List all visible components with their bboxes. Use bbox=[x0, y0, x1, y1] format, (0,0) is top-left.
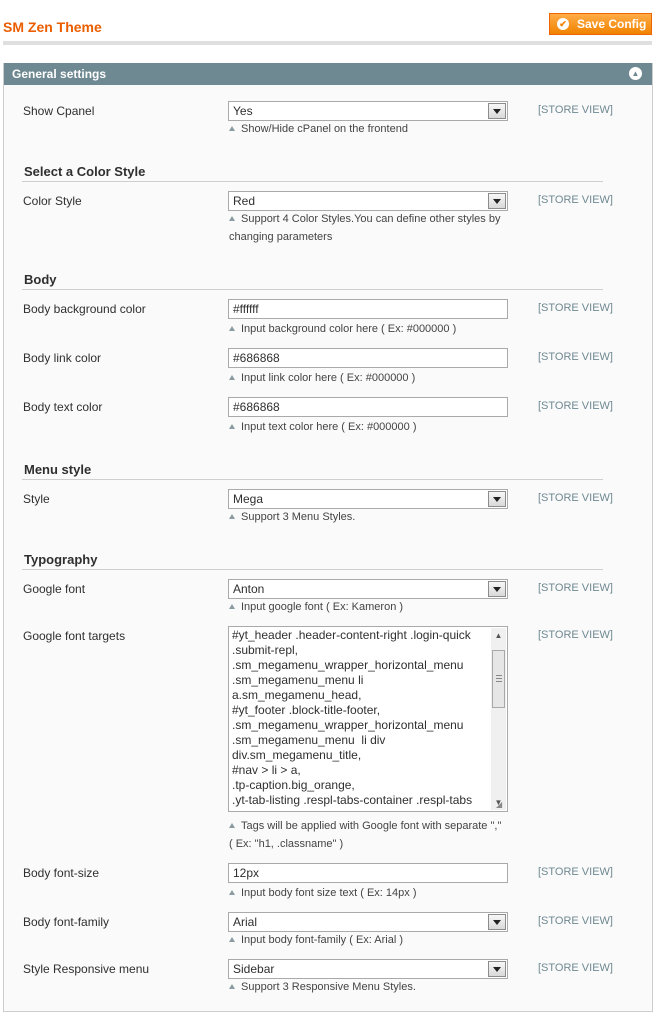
menu-style-value: Mega bbox=[233, 492, 264, 506]
group-title-body: Body bbox=[24, 272, 57, 287]
body-bg-note: Input background color here ( Ex: #00000… bbox=[229, 320, 509, 338]
body-text-input[interactable]: #686868 bbox=[228, 397, 508, 417]
scope-label: [STORE VIEW] bbox=[538, 351, 613, 363]
group-title-color: Select a Color Style bbox=[24, 164, 146, 179]
triangle-hint-icon bbox=[229, 514, 235, 519]
body-bg-label: Body background color bbox=[23, 302, 146, 316]
dropdown-arrow-icon[interactable] bbox=[488, 581, 506, 597]
page-header: SM Zen Theme ✔ Save Config bbox=[0, 0, 655, 46]
body-text-note: Input text color here ( Ex: #000000 ) bbox=[229, 418, 509, 436]
body-link-input[interactable]: #686868 bbox=[228, 348, 508, 368]
scope-label: [STORE VIEW] bbox=[538, 582, 613, 594]
body-font-family-value: Arial bbox=[233, 915, 258, 929]
grip-line bbox=[496, 678, 502, 679]
menu-style-label: Style bbox=[23, 492, 50, 506]
group-title-typography: Typography bbox=[24, 552, 98, 567]
show-cpanel-note: Show/Hide cPanel on the frontend bbox=[229, 120, 509, 138]
scope-label: [STORE VIEW] bbox=[538, 962, 613, 974]
grip-line bbox=[496, 681, 502, 682]
triangle-hint-icon bbox=[229, 604, 235, 609]
section-title: General settings bbox=[12, 67, 107, 81]
body-font-family-select[interactable]: Arial bbox=[228, 912, 508, 932]
scope-label: [STORE VIEW] bbox=[538, 302, 613, 314]
menu-style-note: Support 3 Menu Styles. bbox=[229, 508, 509, 526]
google-font-targets-value: #yt_header .header-content-right .login-… bbox=[232, 628, 473, 807]
dropdown-arrow-icon[interactable] bbox=[488, 914, 506, 930]
google-font-targets-note-line2: ( Ex: "h1, .classname" ) bbox=[229, 838, 344, 850]
google-font-select[interactable]: Anton bbox=[228, 579, 508, 599]
body-font-size-label: Body font-size bbox=[23, 866, 100, 880]
dropdown-arrow-icon[interactable] bbox=[488, 491, 506, 507]
google-font-targets-note: Tags will be applied with Google font wi… bbox=[229, 817, 509, 835]
triangle-hint-icon bbox=[229, 890, 235, 895]
scope-label: [STORE VIEW] bbox=[538, 194, 613, 206]
save-config-label: Save Config bbox=[577, 17, 647, 31]
header-divider bbox=[3, 41, 652, 45]
resize-handle-icon[interactable]: ◢ bbox=[496, 800, 506, 810]
responsive-menu-note: Support 3 Responsive Menu Styles. bbox=[229, 978, 509, 996]
section-header[interactable]: General settings ▲ bbox=[4, 63, 652, 85]
triangle-hint-icon bbox=[229, 937, 235, 942]
scope-label: [STORE VIEW] bbox=[538, 866, 613, 878]
body-link-label: Body link color bbox=[23, 351, 102, 365]
group-title-menu: Menu style bbox=[24, 462, 92, 477]
responsive-menu-select[interactable]: Sidebar bbox=[228, 959, 508, 979]
triangle-hint-icon bbox=[229, 126, 235, 131]
scroll-thumb[interactable] bbox=[492, 650, 505, 708]
body-font-size-note: Input body font size text ( Ex: 14px ) bbox=[229, 884, 509, 902]
group-divider bbox=[22, 569, 603, 570]
show-cpanel-select[interactable]: Yes bbox=[228, 101, 508, 121]
group-divider bbox=[22, 479, 603, 480]
body-font-size-input[interactable]: 12px bbox=[228, 863, 508, 883]
save-config-button[interactable]: ✔ Save Config bbox=[549, 13, 652, 35]
body-link-note: Input link color here ( Ex: #000000 ) bbox=[229, 369, 509, 387]
scope-label: [STORE VIEW] bbox=[538, 629, 613, 641]
textarea-scrollbar[interactable]: ▲ ▼ bbox=[491, 628, 506, 810]
scope-label: [STORE VIEW] bbox=[538, 400, 613, 412]
triangle-hint-icon bbox=[229, 216, 235, 221]
triangle-hint-icon bbox=[229, 984, 235, 989]
color-style-note: Support 4 Color Styles.You can define ot… bbox=[229, 210, 509, 228]
color-style-value: Red bbox=[233, 194, 256, 208]
triangle-hint-icon bbox=[229, 326, 235, 331]
body-font-family-note: Input body font-family ( Ex: Arial ) bbox=[229, 931, 509, 949]
grip-line bbox=[496, 675, 502, 676]
show-cpanel-label: Show Cpanel bbox=[23, 104, 95, 118]
triangle-hint-icon bbox=[229, 375, 235, 380]
menu-style-select[interactable]: Mega bbox=[228, 489, 508, 509]
scope-label: [STORE VIEW] bbox=[538, 104, 613, 116]
responsive-menu-label: Style Responsive menu bbox=[23, 962, 150, 976]
responsive-menu-value: Sidebar bbox=[233, 962, 275, 976]
page-title: SM Zen Theme bbox=[3, 19, 102, 35]
body-font-family-label: Body font-family bbox=[23, 915, 110, 929]
color-style-note-line2: changing parameters bbox=[229, 231, 333, 243]
body-text-label: Body text color bbox=[23, 400, 103, 414]
color-style-label: Color Style bbox=[23, 194, 82, 208]
google-font-value: Anton bbox=[233, 582, 265, 596]
triangle-hint-icon bbox=[229, 823, 235, 828]
group-divider bbox=[22, 181, 603, 182]
dropdown-arrow-icon[interactable] bbox=[488, 103, 506, 119]
color-style-select[interactable]: Red bbox=[228, 191, 508, 211]
group-divider bbox=[22, 289, 603, 290]
google-font-label: Google font bbox=[23, 582, 86, 596]
chevron-up-circle-icon[interactable]: ▲ bbox=[629, 67, 642, 80]
google-font-note: Input google font ( Ex: Kameron ) bbox=[229, 598, 509, 616]
dropdown-arrow-icon[interactable] bbox=[488, 193, 506, 209]
body-bg-input[interactable]: #ffffff bbox=[228, 299, 508, 319]
check-circle-icon: ✔ bbox=[557, 18, 569, 30]
dropdown-arrow-icon[interactable] bbox=[488, 961, 506, 977]
scope-label: [STORE VIEW] bbox=[538, 492, 613, 504]
google-font-targets-textarea[interactable]: #yt_header .header-content-right .login-… bbox=[228, 626, 508, 812]
show-cpanel-value: Yes bbox=[233, 104, 253, 118]
triangle-hint-icon bbox=[229, 424, 235, 429]
scope-label: [STORE VIEW] bbox=[538, 915, 613, 927]
scroll-up-arrow-icon[interactable]: ▲ bbox=[491, 628, 506, 643]
google-font-targets-label: Google font targets bbox=[23, 629, 126, 643]
